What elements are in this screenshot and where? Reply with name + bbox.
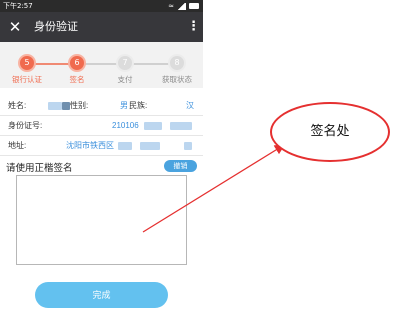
step-label: 支付: [117, 75, 133, 84]
status-time: 下午2:57: [3, 2, 33, 10]
step-signature: 6 签名: [52, 54, 102, 85]
page-title: 身份验证: [34, 21, 78, 33]
address-value: 沈阳市铁西区: [66, 141, 114, 150]
signal-icon: [177, 2, 186, 10]
id-redacted: [144, 122, 162, 130]
status-icons: ≈: [168, 1, 199, 11]
address-label: 地址:: [8, 141, 27, 150]
ethnicity-value: 汉: [186, 101, 194, 110]
name-redacted-dark: [62, 102, 70, 110]
step-label: 银行认证: [12, 75, 42, 84]
step-number: 7: [116, 54, 134, 72]
progress-steps: 5 银行认证 6 签名 7 支付 8 获取状态: [0, 42, 203, 88]
id-redacted-2: [170, 122, 192, 130]
gender-label: 性别:: [70, 101, 89, 110]
step-number: 8: [168, 54, 186, 72]
info-row-id: 身份证号: 210106: [0, 116, 203, 136]
signature-prompt: 请使用正楷签名: [6, 163, 73, 174]
status-bar: 下午2:57 ≈: [0, 0, 203, 12]
info-row-address: 地址: 沈阳市铁西区: [0, 136, 203, 156]
signature-pad[interactable]: [16, 175, 187, 265]
wifi-icon: ≈: [168, 2, 174, 10]
info-row-name: 姓名: 性别: 男 民族: 汉: [0, 96, 203, 116]
name-redacted: [48, 102, 62, 110]
annotation-callout: 签名处: [270, 102, 390, 162]
step-bank-auth: 5 银行认证: [2, 54, 52, 85]
name-label: 姓名:: [8, 101, 27, 110]
annotation-text: 签名处: [310, 124, 350, 139]
undo-signature-button[interactable]: 撤销: [164, 160, 197, 172]
title-bar: ✕ 身份验证 ⋮: [0, 12, 203, 42]
step-number: 5: [18, 54, 36, 72]
battery-icon: [189, 3, 199, 9]
done-button[interactable]: 完成: [35, 282, 168, 308]
step-get-status: 8 获取状态: [152, 54, 202, 85]
id-value: 210106: [112, 121, 139, 130]
step-number: 6: [68, 54, 86, 72]
step-label: 签名: [69, 75, 85, 84]
screenshot-root: 下午2:57 ≈ ✕ 身份验证 ⋮ 5 银行认证 6 签名 7 支付 8 获取状…: [0, 0, 400, 313]
address-redacted-2: [140, 142, 160, 150]
step-label: 获取状态: [162, 75, 192, 84]
ethnicity-label: 民族:: [129, 101, 148, 110]
address-redacted-3: [184, 142, 192, 150]
id-label: 身份证号:: [8, 121, 43, 130]
phone-screen: 下午2:57 ≈ ✕ 身份验证 ⋮ 5 银行认证 6 签名 7 支付 8 获取状…: [0, 0, 203, 313]
address-redacted: [118, 142, 132, 150]
identity-info: 姓名: 性别: 男 民族: 汉 身份证号: 210106 地址: 沈阳市铁西区: [0, 96, 203, 156]
more-options-icon[interactable]: ⋮: [187, 17, 200, 37]
gender-value: 男: [120, 101, 128, 110]
close-icon[interactable]: ✕: [6, 17, 24, 37]
step-payment: 7 支付: [100, 54, 150, 85]
